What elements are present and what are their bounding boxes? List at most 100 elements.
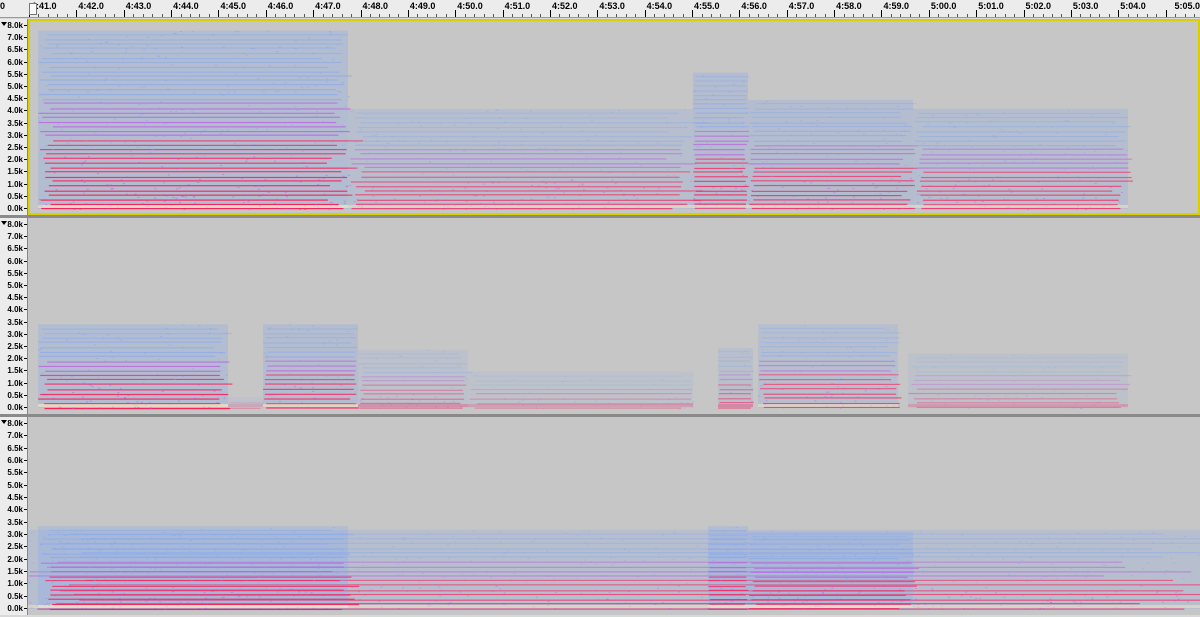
spectrum-noise bbox=[967, 599, 970, 601]
spectrum-noise bbox=[744, 184, 747, 186]
spectrum-noise bbox=[58, 577, 61, 579]
timeline-major-tick bbox=[218, 10, 220, 17]
dropdown-triangle-icon[interactable] bbox=[1, 420, 7, 424]
spectrum-noise bbox=[332, 58, 335, 60]
spectrum-noise bbox=[188, 545, 191, 547]
spectrum-noise bbox=[974, 395, 977, 397]
timeline-major-tick bbox=[739, 10, 741, 17]
frequency-scale[interactable]: 8.0k 7.0k 6.5k 6.0k 5.5k 5.0k 4.5k 4.0k 3.5k 3.0k… bbox=[0, 218, 28, 414]
spectrum-noise bbox=[872, 369, 875, 371]
spectrum-noise bbox=[294, 112, 297, 114]
dropdown-triangle-icon[interactable] bbox=[1, 221, 7, 225]
spectrum-noise bbox=[435, 200, 438, 202]
spectrum-noise bbox=[967, 163, 970, 165]
spectrum-noise bbox=[415, 567, 418, 569]
spectrum-noise bbox=[781, 388, 784, 390]
spectrum-noise bbox=[53, 172, 56, 174]
spectrum-noise bbox=[1007, 580, 1010, 582]
timeline-minor-tick bbox=[729, 14, 731, 17]
spectrum-noise bbox=[250, 48, 253, 50]
frequency-label: 2.0k bbox=[7, 155, 23, 165]
spectrum-noise bbox=[400, 356, 403, 358]
spectrum-noise bbox=[140, 57, 143, 59]
timeline-minor-tick bbox=[900, 14, 902, 17]
harmonic-line bbox=[923, 171, 1131, 173]
harmonic-line bbox=[265, 356, 355, 358]
spectrum-noise bbox=[325, 375, 328, 377]
spectrum-noise bbox=[337, 90, 340, 92]
spectrum-noise bbox=[69, 171, 72, 173]
spectrum-noise bbox=[363, 555, 366, 557]
spectrum-noise bbox=[403, 537, 406, 539]
spectrum-noise bbox=[1056, 132, 1059, 134]
spectrum-noise bbox=[234, 74, 237, 76]
playhead-marker-icon[interactable] bbox=[29, 3, 37, 15]
spectrum-noise bbox=[303, 208, 306, 210]
timeline-ruler[interactable]: 0 4:41.0 4:42.0 4:43.0 4:44.0 4:45.0 4:46.0 4:4… bbox=[0, 0, 1200, 18]
spectrum-noise bbox=[761, 348, 764, 350]
spectrum-noise bbox=[165, 195, 168, 197]
spectrum-noise bbox=[636, 594, 639, 596]
timeline-minor-tick bbox=[919, 14, 921, 17]
spectrogram-area[interactable] bbox=[28, 218, 1200, 414]
harmonic-line bbox=[694, 180, 746, 182]
harmonic-line bbox=[351, 163, 697, 165]
spectrum-noise bbox=[374, 201, 377, 203]
spectrum-noise bbox=[949, 608, 952, 610]
frequency-scale[interactable]: 8.0k 7.0k 6.5k 6.0k 5.5k 5.0k 4.5k 4.0k 3.5k 3.0k… bbox=[0, 19, 28, 215]
timeline-minor-tick bbox=[1089, 14, 1091, 17]
spectrum-noise bbox=[54, 548, 57, 550]
timeline-major-tick bbox=[265, 10, 267, 17]
spectrum-noise bbox=[398, 139, 401, 141]
spectrum-noise bbox=[1105, 133, 1108, 135]
harmonic-line bbox=[351, 207, 673, 210]
spectrum-noise bbox=[269, 562, 272, 564]
spectrum-noise bbox=[465, 201, 468, 203]
spectrum-noise bbox=[105, 108, 108, 110]
spectrum-noise bbox=[503, 145, 506, 147]
spectrogram-track-2[interactable]: 8.0k 7.0k 6.5k 6.0k 5.5k 5.0k 4.5k 4.0k 3.5k 3.0k… bbox=[0, 218, 1200, 414]
frequency-label: 1.0k bbox=[7, 179, 23, 189]
spectrum-noise bbox=[268, 328, 271, 330]
spectrum-noise bbox=[145, 119, 148, 121]
spectrum-noise bbox=[890, 178, 893, 180]
frequency-label: 0.0k bbox=[7, 403, 23, 412]
harmonic-line bbox=[748, 163, 900, 165]
spectrum-noise bbox=[180, 598, 183, 600]
spectrum-noise bbox=[1041, 154, 1044, 156]
spectrum-noise bbox=[60, 608, 63, 610]
spectrum-noise bbox=[712, 559, 715, 561]
frequency-label: 6.5k bbox=[7, 443, 23, 453]
spectrum-noise bbox=[540, 208, 543, 210]
spectrum-noise bbox=[113, 118, 116, 120]
spectrum-noise bbox=[531, 540, 534, 542]
spectrum-noise bbox=[802, 601, 805, 603]
spectrogram-area[interactable] bbox=[28, 19, 1200, 215]
spectrogram-track-3[interactable]: 8.0k 7.0k 6.5k 6.0k 5.5k 5.0k 4.5k 4.0k 3.5k 3.0k… bbox=[0, 417, 1200, 615]
spectrum-noise bbox=[994, 136, 997, 138]
spectrum-noise bbox=[55, 44, 58, 46]
spectrum-noise bbox=[696, 146, 699, 148]
frequency-scale[interactable]: 8.0k 7.0k 6.5k 6.0k 5.5k 5.0k 4.5k 4.0k 3.5k 3.0k… bbox=[0, 417, 28, 615]
frequency-label: 4.0k bbox=[7, 106, 23, 116]
spectrum-noise bbox=[378, 600, 381, 602]
spectrum-noise bbox=[553, 182, 556, 184]
timeline-label: 4:58.0 bbox=[836, 1, 862, 11]
spectrum-noise bbox=[277, 90, 280, 92]
spectrum-noise bbox=[1045, 577, 1048, 579]
spectrogram-track-1[interactable]: 8.0k 7.0k 6.5k 6.0k 5.5k 5.0k 4.5k 4.0k 3.5k 3.0k… bbox=[0, 19, 1200, 215]
spectrum-noise bbox=[150, 537, 153, 539]
dropdown-triangle-icon[interactable] bbox=[1, 22, 7, 26]
spectrum-noise bbox=[275, 198, 278, 200]
spectrum-noise bbox=[250, 564, 253, 566]
timeline-minor-tick bbox=[843, 14, 845, 17]
spectrum-noise bbox=[965, 591, 968, 593]
spectrum-noise bbox=[379, 396, 382, 398]
spectrum-noise bbox=[731, 599, 734, 601]
harmonic-line bbox=[750, 148, 915, 151]
spectrogram-area[interactable] bbox=[28, 417, 1200, 615]
spectrum-noise bbox=[1036, 198, 1039, 200]
spectrum-noise bbox=[477, 537, 480, 539]
spectrum-noise bbox=[326, 81, 329, 83]
spectrum-noise bbox=[839, 401, 842, 403]
